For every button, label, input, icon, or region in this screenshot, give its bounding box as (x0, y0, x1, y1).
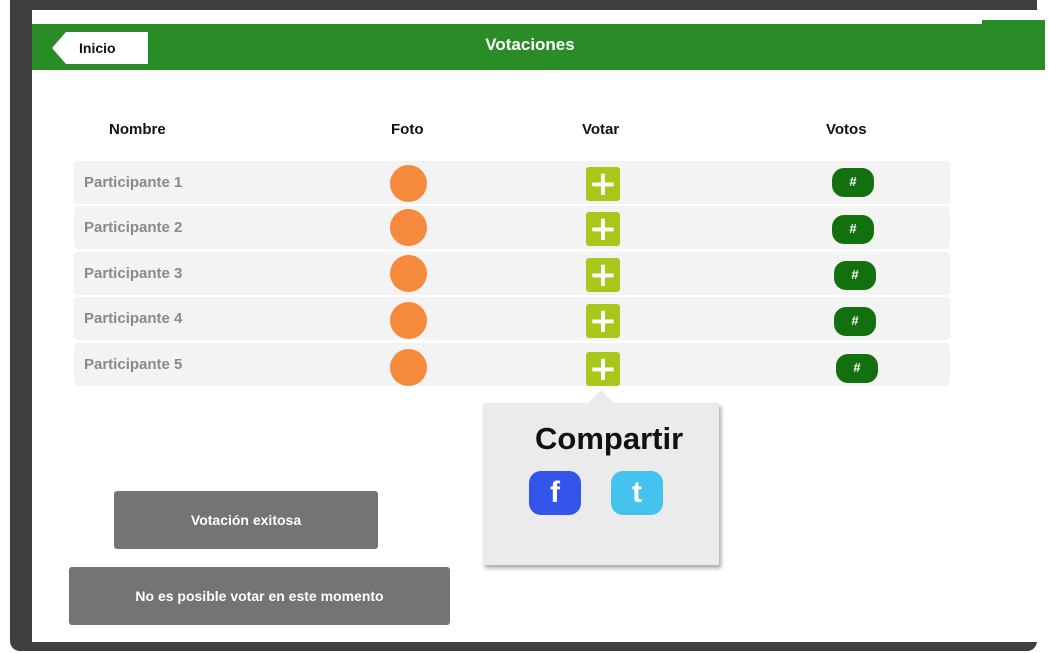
vote-plus-button[interactable]: + (586, 212, 620, 246)
votes-count-badge: # (834, 307, 876, 336)
participant-name: Participante 3 (84, 265, 183, 282)
participant-row: Participante 1 (74, 161, 950, 204)
votes-count-badge: # (834, 261, 876, 290)
vote-plus-button[interactable]: + (586, 304, 620, 338)
page-title: Votaciones (485, 35, 575, 54)
vote-plus-button[interactable]: + (586, 352, 620, 386)
participant-photo (390, 302, 427, 339)
device-frame: Inicio Votaciones Nombre Foto Votar Voto… (10, 0, 1045, 651)
votes-count-badge: # (836, 354, 878, 383)
facebook-share-button[interactable]: f (529, 471, 581, 515)
participant-name: Participante 1 (84, 174, 183, 191)
vote-plus-button[interactable]: + (586, 167, 620, 201)
column-header-foto: Foto (391, 121, 424, 138)
participant-photo (390, 255, 427, 292)
participant-name: Participante 4 (84, 310, 183, 327)
share-popup: Compartir f t (483, 403, 719, 565)
participant-name: Participante 2 (84, 219, 183, 236)
twitter-share-button[interactable]: t (611, 471, 663, 515)
voting-unavailable-message[interactable]: No es posible votar en este momento (69, 567, 450, 625)
column-header-nombre: Nombre (109, 121, 166, 138)
app-screen: Inicio Votaciones Nombre Foto Votar Voto… (32, 10, 1045, 642)
participant-photo (390, 349, 427, 386)
votes-count-badge: # (832, 168, 874, 197)
participant-name: Participante 5 (84, 356, 183, 373)
participant-photo (390, 209, 427, 246)
participant-row: Participante 2 (74, 206, 950, 249)
column-header-votar: Votar (582, 121, 620, 138)
participant-row: Participante 3 (74, 252, 950, 295)
participant-row: Participante 4 (74, 297, 950, 340)
voting-success-message[interactable]: Votación exitosa (114, 491, 378, 549)
participant-photo (390, 165, 427, 202)
share-popup-title: Compartir (535, 421, 684, 456)
column-header-votos: Votos (826, 121, 867, 138)
vote-plus-button[interactable]: + (586, 258, 620, 292)
votes-count-badge: # (832, 215, 874, 244)
participant-row: Participante 5 (74, 343, 950, 386)
